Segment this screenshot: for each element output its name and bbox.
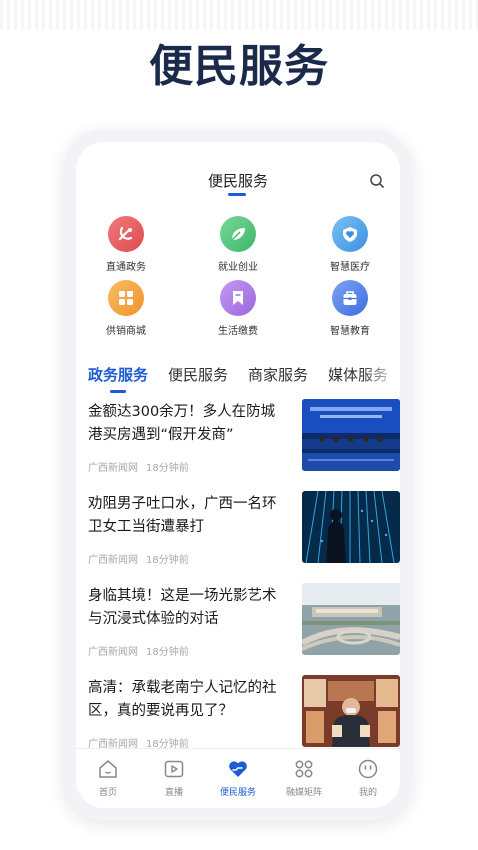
news-source: 广西新闻网	[88, 463, 138, 474]
heart-shield-icon	[332, 216, 368, 252]
news-title: 金额达300余万！多人在防城港买房遇到“假开发商”	[88, 404, 276, 443]
light-installation-photo	[302, 491, 400, 563]
party-emblem-icon	[108, 216, 144, 252]
tab-bianmin-service[interactable]: 便民服务	[208, 757, 268, 798]
school-bag-icon	[332, 280, 368, 316]
news-title: 劝阻男子吐口水，广西一名环卫女工当街遭暴打	[88, 496, 277, 535]
news-time: 18分钟前	[146, 647, 189, 658]
news-meta: 广西新闻网 18分钟前	[88, 551, 189, 566]
news-source: 广西新闻网	[88, 647, 138, 658]
shop-vendor-photo	[302, 675, 400, 747]
tab-profile[interactable]: 我的	[338, 757, 398, 798]
bookmark-icon	[220, 280, 256, 316]
service-zhitong-zhengwu[interactable]: 直通政务	[86, 216, 166, 273]
bottom-tab-bar: 首页 直播 便民服务 融媒矩阵 我的	[76, 748, 400, 808]
news-meta: 广西新闻网 18分钟前	[88, 459, 189, 474]
phone-frame: 便民服务 直通政务 就业创业 智慧医疗 供销商城 生活缴费 智慧教育 政务服务 …	[64, 130, 412, 820]
news-item[interactable]: 金额达300余万！多人在防城港买房遇到“假开发商” 广西新闻网 18分钟前	[76, 397, 400, 485]
matrix-icon	[292, 757, 316, 781]
top-decoration-strip	[0, 0, 478, 30]
tab-media-matrix[interactable]: 融媒矩阵	[274, 757, 334, 798]
tab-live[interactable]: 直播	[144, 757, 204, 798]
page-title: 便民服务	[207, 172, 268, 190]
news-time: 18分钟前	[146, 555, 189, 566]
tab-bianmin-fuwu[interactable]: 便民服务	[168, 364, 228, 385]
service-shenghuo-jiaofei[interactable]: 生活缴费	[198, 280, 278, 337]
search-icon[interactable]	[368, 172, 386, 190]
heart-hand-icon	[226, 757, 250, 781]
profile-icon	[356, 757, 380, 781]
news-item[interactable]: 身临其境！这是一场光影艺术与沉浸式体验的对话 广西新闻网 18分钟前	[76, 581, 400, 669]
tab-zhengwu-fuwu[interactable]: 政务服务	[88, 364, 148, 385]
title-underline	[228, 193, 246, 196]
service-jiuye-chuangye[interactable]: 就业创业	[198, 216, 278, 273]
tab-home[interactable]: 首页	[78, 757, 138, 798]
app-header: 便民服务	[76, 160, 400, 200]
tab-shangjia-fuwu[interactable]: 商家服务	[248, 364, 308, 385]
home-icon	[96, 757, 120, 781]
news-title: 高清：承载老南宁人记忆的社区，真的要说再见了？	[88, 680, 277, 719]
grid-shop-icon	[108, 280, 144, 316]
news-item[interactable]: 劝阻男子吐口水，广西一名环卫女工当街遭暴打 广西新闻网 18分钟前	[76, 489, 400, 577]
phone-screen: 便民服务 直通政务 就业创业 智慧医疗 供销商城 生活缴费 智慧教育 政务服务 …	[76, 142, 400, 808]
press-conference-photo	[302, 399, 400, 471]
aerial-highway-photo	[302, 583, 400, 655]
news-time: 18分钟前	[146, 463, 189, 474]
active-tab-indicator	[110, 390, 126, 393]
play-icon	[162, 757, 186, 781]
news-meta: 广西新闻网 18分钟前	[88, 643, 189, 658]
news-title: 身临其境！这是一场光影艺术与沉浸式体验的对话	[88, 588, 277, 627]
leaf-icon	[220, 216, 256, 252]
tab-fade-overlay	[362, 364, 400, 392]
service-gongxiao-shangcheng[interactable]: 供销商城	[86, 280, 166, 337]
category-tabs: 政务服务 便民服务 商家服务 媒体服务	[76, 364, 400, 393]
service-zhihui-yiliao[interactable]: 智慧医疗	[310, 216, 390, 273]
service-zhihui-jiaoyu[interactable]: 智慧教育	[310, 280, 390, 337]
news-source: 广西新闻网	[88, 555, 138, 566]
hero-title: 便民服务	[149, 41, 329, 92]
